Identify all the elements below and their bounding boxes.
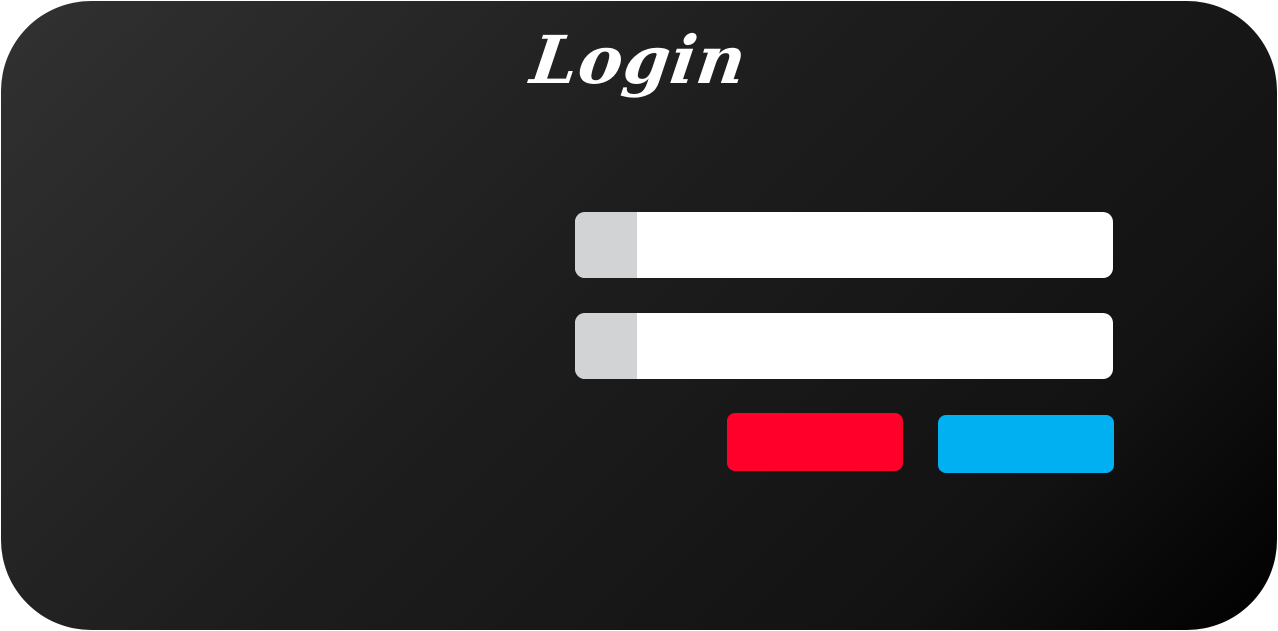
username-icon	[575, 212, 637, 278]
cancel-button[interactable]	[727, 413, 903, 471]
submit-button[interactable]	[938, 415, 1114, 473]
username-input[interactable]	[637, 212, 1113, 278]
login-panel: Login	[1, 1, 1277, 630]
password-input[interactable]	[637, 313, 1113, 379]
username-field[interactable]	[575, 212, 1113, 278]
password-field[interactable]	[575, 313, 1113, 379]
login-title: Login	[526, 21, 752, 99]
password-icon	[575, 313, 637, 379]
